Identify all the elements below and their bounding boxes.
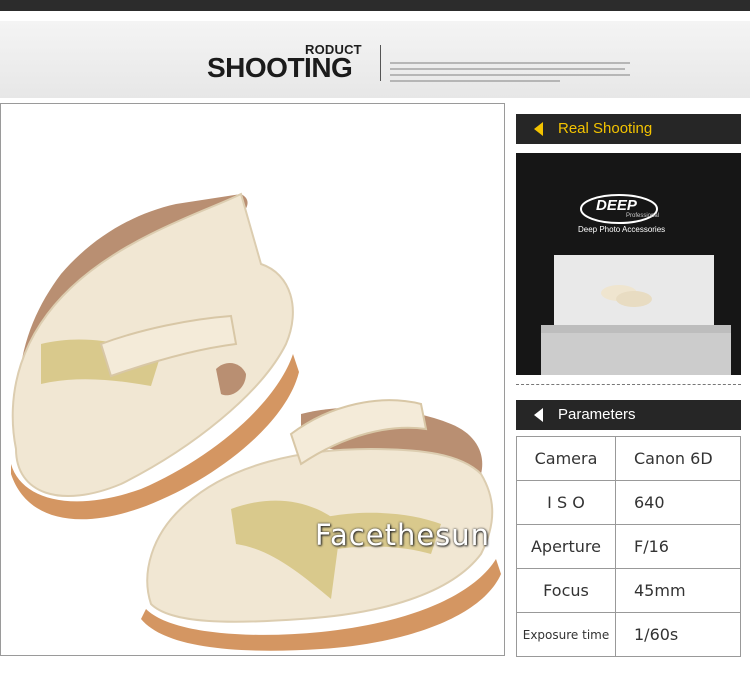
param-key: Focus <box>516 568 616 613</box>
studio-brand-sub: Professional <box>626 213 660 219</box>
parameters-table: Camera Canon 6D I S O 640 Aperture F/16 … <box>516 436 741 657</box>
studio-photo: DEEP Professional Deep Photo Accessories <box>516 153 741 375</box>
lightbox-illustration <box>516 153 741 375</box>
table-row: Exposure time 1/60s <box>516 612 741 657</box>
product-photo: Facethesun <box>0 103 505 656</box>
param-key: Camera <box>516 436 616 481</box>
param-key: Exposure time <box>516 612 616 657</box>
param-value: 1/60s <box>615 612 741 657</box>
header-banner <box>0 21 750 98</box>
arrow-left-icon <box>534 408 543 422</box>
studio-brand: DEEP <box>596 197 637 214</box>
table-row: Focus 45mm <box>516 568 741 613</box>
table-row: I S O 640 <box>516 480 741 525</box>
real-shooting-bar: Real Shooting <box>516 114 741 144</box>
param-key: I S O <box>516 480 616 525</box>
param-value: 640 <box>615 480 741 525</box>
table-row: Aperture F/16 <box>516 524 741 569</box>
header-divider <box>380 45 381 81</box>
header-title: SHOOTING <box>207 52 353 83</box>
watermark-text: Facethesun <box>315 518 491 552</box>
param-key: Aperture <box>516 524 616 569</box>
parameters-bar: Parameters <box>516 400 741 430</box>
header-fine-print <box>390 62 640 86</box>
top-bar <box>0 0 750 11</box>
parameters-label: Parameters <box>558 406 636 423</box>
section-divider <box>516 384 741 385</box>
param-value: Canon 6D <box>615 436 741 481</box>
param-value: F/16 <box>615 524 741 569</box>
studio-caption: Deep Photo Accessories <box>578 225 666 234</box>
sandals-illustration <box>11 192 501 651</box>
arrow-left-icon <box>534 122 543 136</box>
param-value: 45mm <box>615 568 741 613</box>
real-shooting-label: Real Shooting <box>558 120 653 137</box>
table-row: Camera Canon 6D <box>516 436 741 481</box>
